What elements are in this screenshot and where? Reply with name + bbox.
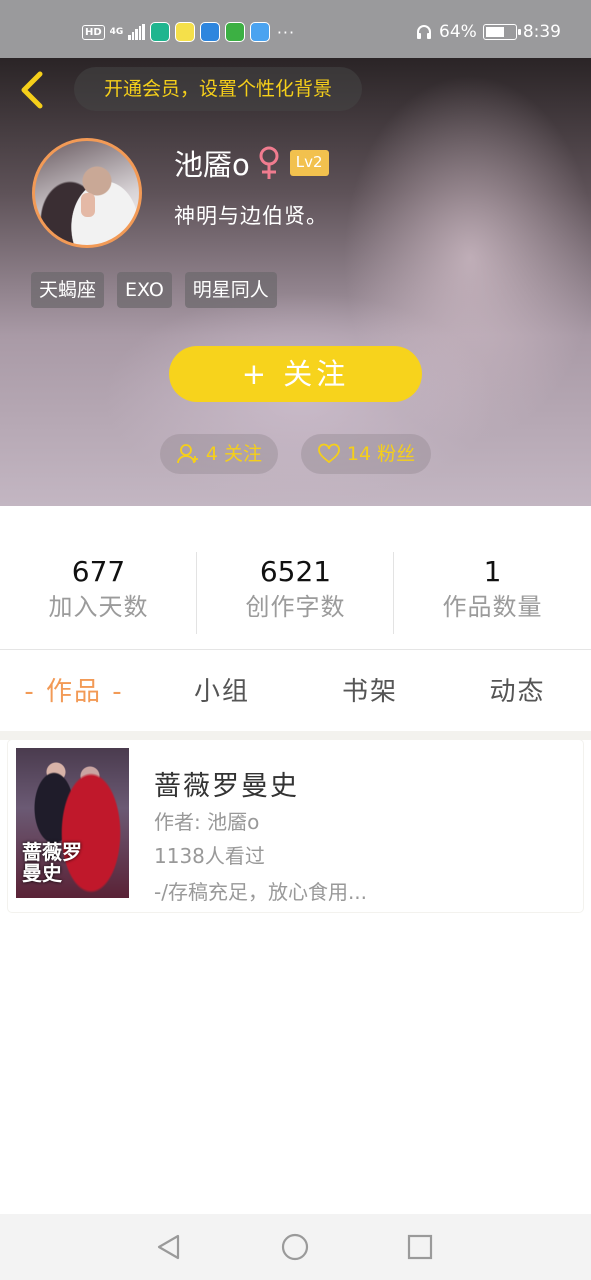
add-user-icon [177,444,198,464]
tab-bar: - 作品 - 小组 书架 动态 [0,651,591,731]
bio: 神明与边伯贤。 [174,204,328,228]
tab-groups[interactable]: 小组 [148,651,296,731]
tab-bookshelf[interactable]: 书架 [296,651,444,731]
username-row: 池靥o Lv2 [174,142,329,184]
section-separator [0,731,591,740]
recents-square-icon[interactable] [405,1232,435,1262]
username: 池靥o [174,148,250,182]
headphones-icon [417,25,432,39]
level-badge: Lv2 [289,150,329,176]
chevron-left-icon [21,71,43,109]
tag[interactable]: 天蝎座 [31,272,105,308]
book-cover[interactable]: 蔷薇罗曼史 [16,748,129,898]
stat-word-count: 6521 创作字数 [197,554,394,624]
stat-value: 6521 [259,555,332,588]
stat-value: 677 [71,555,126,588]
book-title[interactable]: 蔷薇罗曼史 [154,764,299,803]
stat-works-count: 1 作品数量 [394,554,591,624]
stat-label: 加入天数 [48,593,149,621]
book-author: 作者: 池靥o [154,810,260,834]
app-yellow-icon [174,22,195,42]
battery-percent: 64% [439,22,477,42]
status-left: HD 4G ··· [82,22,295,42]
battery-icon [482,24,521,40]
tab-works[interactable]: - 作品 - [0,651,148,731]
app-blue-icon [199,22,220,42]
tag-list: 天蝎座 EXO 明星同人 [31,272,277,308]
following-count: 4 关注 [205,443,263,465]
back-triangle-icon[interactable] [154,1232,184,1262]
network-type: 4G [109,26,124,37]
profile-header: 开通会员，设置个性化背景 池靥o Lv2 神明与边伯贤。 天蝎座 EXO 明星同… [0,58,591,506]
status-right: 64% 8:39 [415,22,561,42]
app-video-icon [224,22,245,42]
stat-join-days: 677 加入天数 [0,554,197,624]
tag[interactable]: EXO [117,272,172,308]
signal-icon [128,24,145,40]
tag[interactable]: 明星同人 [184,272,277,308]
fans-count: 14 粉丝 [346,443,416,465]
more-notifications-icon: ··· [276,22,296,42]
book-views: 1138人看过 [154,844,265,868]
female-icon [259,146,279,179]
stats-panel: 677 加入天数 6521 创作字数 1 作品数量 [0,506,591,650]
status-bar: HD 4G ··· 64% 8:39 [0,0,591,58]
follow-button[interactable]: + 关注 [169,346,422,402]
stat-label: 创作字数 [245,593,346,621]
book-card[interactable]: 蔷薇罗曼史 蔷薇罗曼史 作者: 池靥o 1138人看过 -/存稿充足，放心食用.… [8,740,583,912]
book-description: -/存稿充足，放心食用... [154,880,368,904]
vip-banner[interactable]: 开通会员，设置个性化背景 [74,67,362,111]
fans-button[interactable]: 14 粉丝 [301,434,431,474]
home-circle-icon[interactable] [280,1232,310,1262]
app-green-icon [149,22,170,42]
back-button[interactable] [16,70,46,110]
clock: 8:39 [522,22,561,42]
app-cloud-icon [249,22,270,42]
hd-icon: HD [82,24,105,40]
battery-fill [485,27,504,37]
cover-title: 蔷薇罗曼史 [22,840,82,885]
following-button[interactable]: 4 关注 [160,434,278,474]
avatar[interactable] [32,138,142,248]
stat-label: 作品数量 [442,593,543,621]
stat-value: 1 [483,555,502,588]
tab-activity[interactable]: 动态 [444,651,591,731]
system-nav-bar [0,1214,591,1280]
heart-chat-icon [317,443,340,464]
